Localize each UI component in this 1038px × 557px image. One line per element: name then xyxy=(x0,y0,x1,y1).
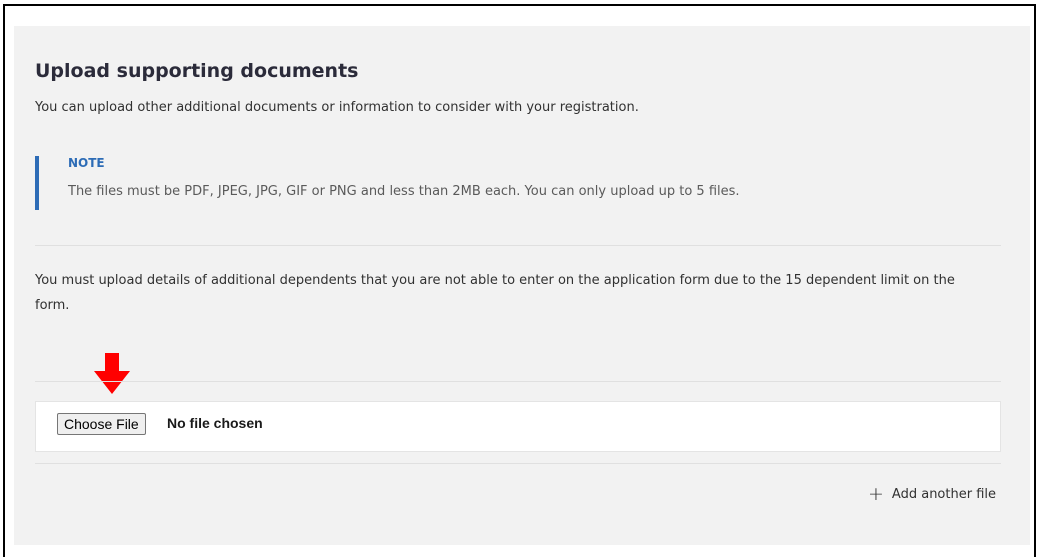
section-title: Upload supporting documents xyxy=(35,60,359,82)
divider xyxy=(35,463,1001,464)
section-intro: You can upload other additional document… xyxy=(35,100,639,115)
note-heading: NOTE xyxy=(68,156,105,170)
divider xyxy=(35,381,1001,382)
add-another-file-label: Add another file xyxy=(891,487,996,502)
note-callout: NOTE The files must be PDF, JPEG, JPG, G… xyxy=(35,156,995,210)
plus-icon: + xyxy=(868,483,884,505)
upload-panel: Upload supporting documents You can uplo… xyxy=(14,26,1030,545)
divider xyxy=(35,245,1001,246)
choose-file-button[interactable]: Choose File xyxy=(57,413,146,435)
add-another-file-button[interactable]: + Add another file xyxy=(868,485,996,504)
red-arrow-down-icon xyxy=(94,353,130,394)
file-status: No file chosen xyxy=(167,415,263,431)
dependents-instruction: You must upload details of additional de… xyxy=(35,273,955,313)
file-upload-field: Choose File No file chosen xyxy=(35,401,1001,452)
screenshot-frame: Upload supporting documents You can uplo… xyxy=(3,4,1036,557)
note-text: The files must be PDF, JPEG, JPG, GIF or… xyxy=(68,184,740,199)
